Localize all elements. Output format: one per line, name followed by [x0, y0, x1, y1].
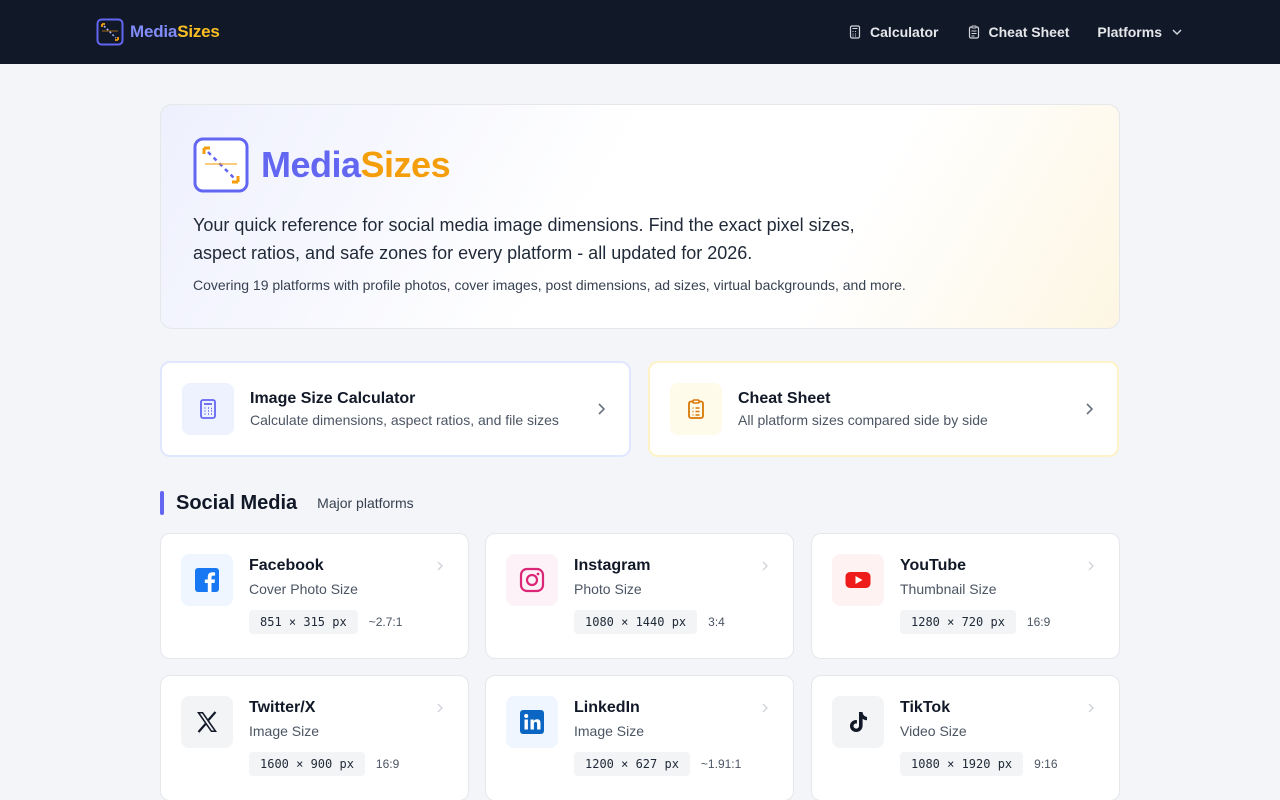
platform-card-linkedin[interactable]: LinkedIn Image Size 1200 × 627 px ~1.91:… — [485, 675, 794, 800]
cheat-sheet-card[interactable]: Cheat Sheet All platform sizes compared … — [648, 361, 1119, 457]
youtube-icon — [832, 554, 884, 606]
hero-brand: MediaSizes — [193, 137, 1087, 193]
aspect-ratio: ~1.91:1 — [700, 757, 742, 771]
platform-name: YouTube — [900, 557, 967, 574]
hero-title: MediaSizes — [261, 144, 451, 186]
platform-name: Twitter/X — [249, 699, 316, 716]
nav-platforms-label: Platforms — [1097, 24, 1162, 40]
instagram-icon — [506, 554, 558, 606]
platform-size-type: Photo Size — [574, 581, 642, 597]
tiktok-icon — [832, 696, 884, 748]
platform-card-youtube[interactable]: YouTube Thumbnail Size 1280 × 720 px 16:… — [811, 533, 1120, 659]
brand-name-part2: Sizes — [177, 22, 220, 41]
aspect-ratio: ~2.7:1 — [368, 615, 403, 629]
linkedin-icon — [506, 696, 558, 748]
section-header-social-media: Social Media Major platforms — [160, 491, 414, 515]
logo-icon — [96, 18, 124, 46]
nav-cheat-sheet-label: Cheat Sheet — [988, 24, 1070, 40]
chevron-right-icon — [762, 703, 768, 713]
aspect-ratio: 16:9 — [1026, 615, 1051, 629]
platform-name: Instagram — [574, 557, 651, 574]
chevron-right-icon — [1086, 403, 1094, 415]
calculator-icon — [849, 25, 861, 39]
chevron-right-icon — [1088, 561, 1094, 571]
brand-logo[interactable]: MediaSizes — [96, 18, 220, 46]
chevron-right-icon — [762, 561, 768, 571]
cheat-sheet-card-title: Cheat Sheet — [738, 390, 831, 407]
calculator-card-title: Image Size Calculator — [250, 390, 416, 407]
section-title: Social Media — [176, 491, 298, 514]
platform-size-type: Image Size — [249, 723, 320, 739]
dimensions-badge: 1280 × 720 px — [900, 610, 1016, 634]
platform-name: TikTok — [900, 699, 951, 716]
chevron-right-icon — [437, 561, 443, 571]
platform-card-instagram[interactable]: Instagram Photo Size 1080 × 1440 px 3:4 — [485, 533, 794, 659]
platform-card-twitter-x[interactable]: Twitter/X Image Size 1600 × 900 px 16:9 — [160, 675, 469, 800]
hero-title-part2: Sizes — [360, 144, 451, 185]
platform-card-tiktok[interactable]: TikTok Video Size 1080 × 1920 px 9:16 — [811, 675, 1120, 800]
nav-cheat-sheet[interactable]: Cheat Sheet — [967, 24, 1070, 40]
aspect-ratio: 9:16 — [1034, 757, 1058, 771]
x-logo-icon — [181, 696, 233, 748]
clipboard-icon — [968, 25, 979, 39]
aspect-ratio: 3:4 — [708, 615, 725, 629]
platform-size-type: Cover Photo Size — [249, 581, 358, 597]
main-nav: Calculator Cheat Sheet Platforms — [848, 24, 1184, 40]
aspect-ratio: 16:9 — [375, 757, 400, 771]
platform-size-type: Thumbnail Size — [900, 581, 997, 597]
chevron-down-icon — [1172, 29, 1182, 36]
logo-icon — [193, 137, 249, 193]
image-size-calculator-card[interactable]: Image Size Calculator Calculate dimensio… — [160, 361, 631, 457]
dimensions-badge: 1600 × 900 px — [249, 752, 365, 776]
hero-subtext: Covering 19 platforms with profile photo… — [193, 277, 906, 293]
platform-card-facebook[interactable]: Facebook Cover Photo Size 851 × 315 px ~… — [160, 533, 469, 659]
platform-size-type: Video Size — [900, 723, 967, 739]
dimensions-badge: 851 × 315 px — [249, 610, 358, 634]
hero-panel: MediaSizes Your quick reference for soci… — [160, 104, 1120, 329]
calculator-icon — [182, 383, 234, 435]
top-navbar: MediaSizes Calculator Cheat Sheet Platfo… — [0, 0, 1280, 64]
dimensions-badge: 1080 × 1440 px — [574, 610, 698, 634]
section-subtitle: Major platforms — [317, 495, 414, 511]
brand-name-part1: Media — [130, 22, 178, 41]
nav-platforms-dropdown[interactable]: Platforms — [1097, 24, 1184, 40]
clipboard-icon — [670, 383, 722, 435]
section-accent-bar — [160, 491, 164, 515]
chevron-right-icon — [1088, 703, 1094, 713]
facebook-icon — [181, 554, 233, 606]
nav-calculator-label: Calculator — [870, 24, 939, 40]
chevron-right-icon — [437, 703, 443, 713]
platform-size-type: Image Size — [574, 723, 645, 739]
platform-name: Facebook — [249, 557, 324, 574]
chevron-right-icon — [598, 403, 606, 415]
platform-name: LinkedIn — [574, 699, 640, 716]
dimensions-badge: 1200 × 627 px — [574, 752, 690, 776]
calculator-card-subtitle: Calculate dimensions, aspect ratios, and… — [250, 412, 559, 428]
dimensions-badge: 1080 × 1920 px — [900, 752, 1024, 776]
nav-calculator[interactable]: Calculator — [848, 24, 939, 40]
hero-description: Your quick reference for social media im… — [193, 215, 855, 263]
hero-title-part1: Media — [261, 144, 361, 185]
cheat-sheet-card-subtitle: All platform sizes compared side by side — [738, 412, 988, 428]
